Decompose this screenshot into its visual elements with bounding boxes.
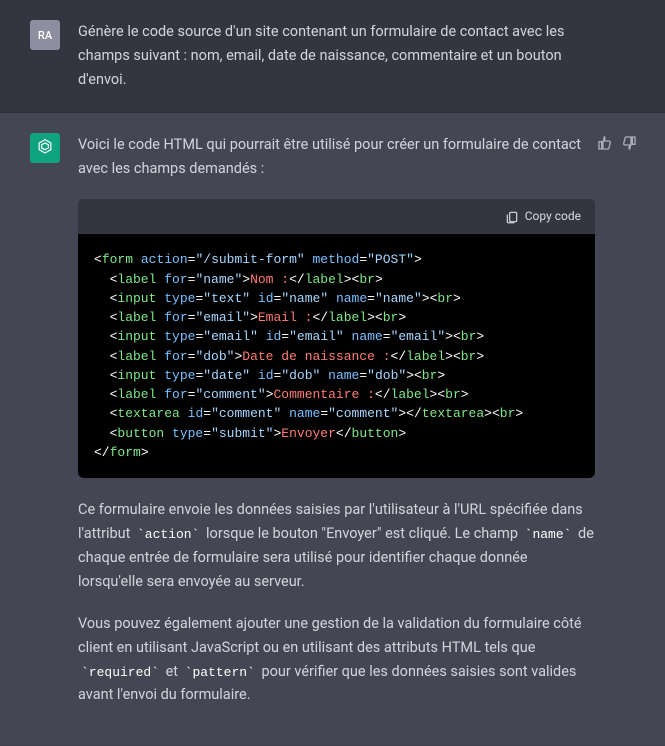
- user-message-text: Génère le code source d'un site contenan…: [78, 20, 635, 92]
- thumbs-up-icon[interactable]: [597, 135, 613, 151]
- assistant-message-content: Voici le code HTML qui pourrait être uti…: [78, 133, 635, 726]
- feedback-buttons: [597, 135, 637, 151]
- code-header: Copy code: [78, 199, 595, 235]
- assistant-avatar: [30, 133, 60, 163]
- assistant-intro-text: Voici le code HTML qui pourrait être uti…: [78, 133, 595, 181]
- assistant-para-2: Vous pouvez également ajouter une gestio…: [78, 612, 595, 708]
- code-block: Copy code <form action="/submit-form" me…: [78, 199, 595, 478]
- code-content[interactable]: <form action="/submit-form" method="POST…: [78, 234, 595, 478]
- openai-logo-icon: [35, 138, 55, 158]
- user-avatar-initials: RA: [38, 29, 52, 42]
- thumbs-down-icon[interactable]: [621, 135, 637, 151]
- clipboard-icon[interactable]: [505, 210, 519, 224]
- assistant-message-row: Voici le code HTML qui pourrait être uti…: [0, 113, 665, 746]
- user-avatar: RA: [30, 20, 60, 50]
- user-message-row: RA Génère le code source d'un site conte…: [0, 0, 665, 113]
- assistant-para-1: Ce formulaire envoie les données saisies…: [78, 498, 595, 594]
- copy-code-button[interactable]: Copy code: [525, 207, 581, 227]
